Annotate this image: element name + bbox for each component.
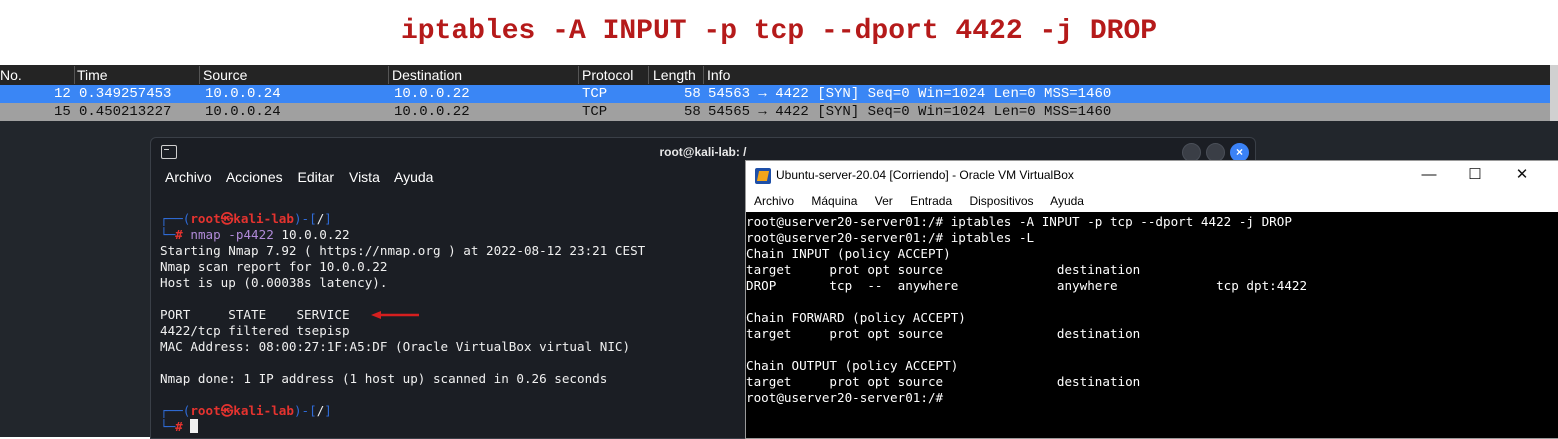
terminal-output[interactable]: ┌──(root㉿kali-lab)-[/] └─# nmap -p4422 1… [160, 211, 645, 435]
output-line: Host is up (0.00038s latency). [160, 275, 388, 290]
console-line: target prot opt source destination [746, 374, 1141, 389]
column-source[interactable]: Source [203, 67, 247, 83]
prompt-host: kali-lab [233, 211, 294, 226]
prompt-at: ㉿ [220, 211, 234, 226]
prompt-user: root [190, 403, 221, 418]
packet-source: 10.0.0.24 [205, 86, 281, 102]
packet-row[interactable]: 15 0.450213227 10.0.0.24 10.0.0.22 TCP 5… [0, 103, 1558, 121]
column-time[interactable]: Time [77, 67, 108, 83]
arrow-annotation-icon [371, 311, 419, 319]
menu-dispositivos[interactable]: Dispositivos [969, 194, 1033, 208]
menu-archivo[interactable]: Archivo [754, 194, 794, 208]
packet-time: 0.450213227 [79, 104, 172, 120]
output-line: MAC Address: 08:00:27:1F:A5:DF (Oracle V… [160, 339, 631, 354]
packet-list-scrollbar[interactable] [1550, 65, 1558, 121]
console-line: Chain OUTPUT (policy ACCEPT) [746, 358, 959, 373]
output-line: Nmap scan report for 10.0.0.22 [160, 259, 388, 274]
output-line: 4422/tcp filtered tsepisp [160, 323, 350, 338]
packet-no: 15 [54, 104, 71, 120]
menu-archivo[interactable]: Archivo [165, 169, 212, 185]
menu-entrada[interactable]: Entrada [910, 194, 952, 208]
packet-list-header: No. Time Source Destination Protocol Len… [0, 65, 1558, 85]
column-destination[interactable]: Destination [392, 67, 462, 83]
packet-protocol: TCP [582, 86, 608, 102]
headline-command: iptables -A INPUT -p tcp --dport 4422 -j… [400, 16, 1158, 47]
wireshark-packet-list: No. Time Source Destination Protocol Len… [0, 63, 1558, 121]
virtualbox-title: Ubuntu-server-20.04 [Corriendo] - Oracle… [776, 168, 1074, 182]
menu-ayuda[interactable]: Ayuda [394, 169, 433, 185]
console-line: DROP tcp -- anywhere anywhere tcp dpt:44… [746, 278, 1308, 293]
cursor [190, 419, 199, 433]
virtualbox-titlebar: Ubuntu-server-20.04 [Corriendo] - Oracle… [746, 161, 1558, 191]
maximize-icon[interactable]: ☐ [1460, 165, 1490, 185]
packet-row-selected[interactable]: 12 0.349257453 10.0.0.24 10.0.0.22 TCP 5… [0, 85, 1558, 103]
packet-length: 58 [684, 86, 701, 102]
output-line: Nmap done: 1 IP address (1 host up) scan… [160, 371, 608, 386]
prompt-user: root [190, 211, 221, 226]
prompt-hash: # [175, 227, 183, 242]
prompt-host: kali-lab [233, 403, 294, 418]
console-line: target prot opt source destination [746, 262, 1141, 277]
menu-acciones[interactable]: Acciones [226, 169, 283, 185]
command-target: 10.0.0.22 [281, 227, 350, 242]
menu-vista[interactable]: Vista [349, 169, 380, 185]
packet-source: 10.0.0.24 [205, 104, 281, 120]
column-protocol[interactable]: Protocol [582, 67, 633, 83]
menu-maquina[interactable]: Máquina [811, 194, 857, 208]
virtualbox-window: Ubuntu-server-20.04 [Corriendo] - Oracle… [745, 160, 1558, 439]
terminal-menubar: Archivo Acciones Editar Vista Ayuda [165, 169, 444, 185]
vm-console-output: root@userver20-server01:/# iptables -A I… [746, 214, 1307, 406]
column-no[interactable]: No. [0, 67, 22, 83]
menu-ayuda[interactable]: Ayuda [1050, 194, 1084, 208]
console-line: target prot opt source destination [746, 326, 1141, 341]
close-icon[interactable]: ✕ [1507, 165, 1537, 185]
column-length[interactable]: Length [653, 67, 696, 83]
prompt-hash: # [175, 419, 183, 434]
packet-info: 54565 → 4422 [SYN] Seq=0 Win=1024 Len=0 … [708, 104, 1112, 120]
prompt-at: ㉿ [220, 403, 234, 418]
output-line: Starting Nmap 7.92 ( https://nmap.org ) … [160, 243, 646, 258]
packet-protocol: TCP [582, 104, 608, 120]
menu-editar[interactable]: Editar [298, 169, 335, 185]
console-line: root@userver20-server01:/# [746, 390, 944, 405]
console-line: Chain FORWARD (policy ACCEPT) [746, 310, 966, 325]
virtualbox-logo-icon [755, 168, 771, 184]
console-line: root@userver20-server01:/# iptables -L [746, 230, 1035, 245]
minimize-icon[interactable]: — [1414, 165, 1444, 185]
packet-time: 0.349257453 [79, 86, 172, 102]
console-line: Chain INPUT (policy ACCEPT) [746, 246, 951, 261]
console-line: root@userver20-server01:/# iptables -A I… [746, 214, 1292, 229]
menu-ver[interactable]: Ver [875, 194, 893, 208]
packet-length: 58 [684, 104, 701, 120]
command-bin: nmap [190, 227, 221, 242]
output-line: PORT STATE SERVICE [160, 307, 350, 322]
command-flag: -p4422 [228, 227, 274, 242]
packet-info: 54563 → 4422 [SYN] Seq=0 Win=1024 Len=0 … [708, 86, 1112, 102]
vm-console[interactable]: root@userver20-server01:/# iptables -A I… [746, 212, 1558, 438]
column-info[interactable]: Info [707, 67, 730, 83]
packet-no: 12 [54, 86, 71, 102]
packet-destination: 10.0.0.22 [394, 104, 470, 120]
virtualbox-menubar: Archivo Máquina Ver Entrada Dispositivos… [754, 194, 1098, 208]
packet-destination: 10.0.0.22 [394, 86, 470, 102]
